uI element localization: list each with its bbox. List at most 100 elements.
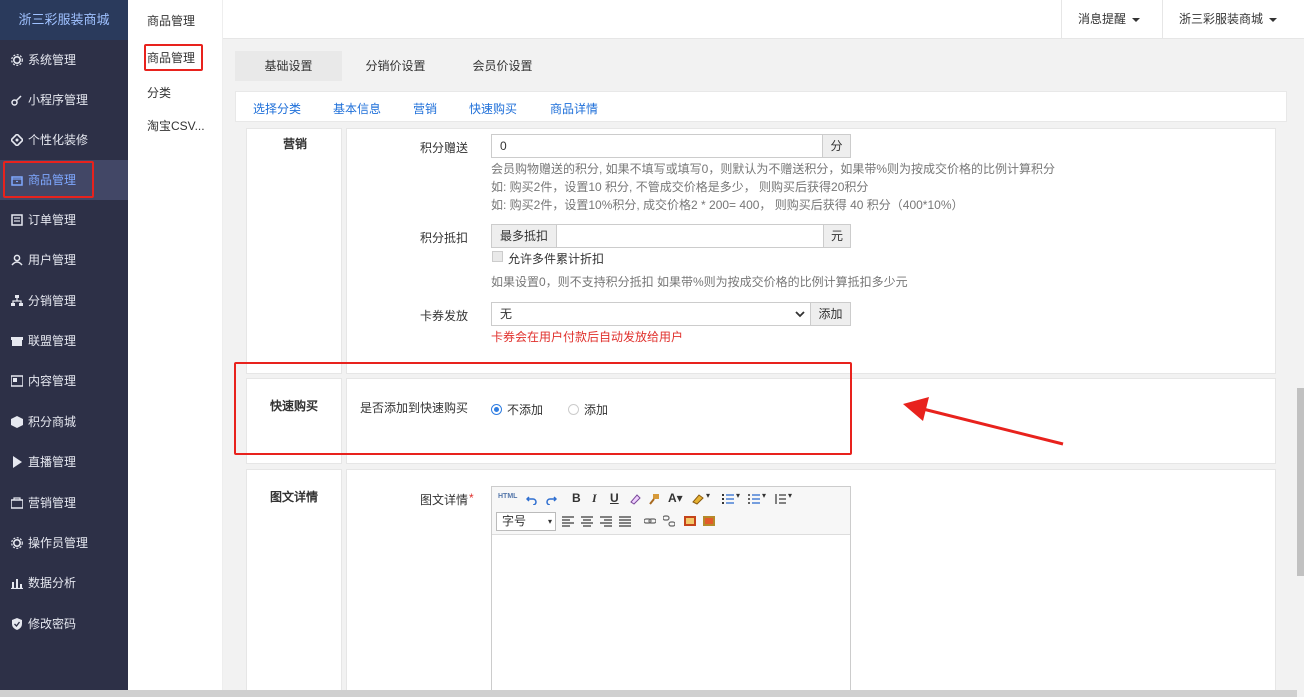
anchor-marketing[interactable]: 营销 xyxy=(413,100,437,117)
eraser-icon[interactable] xyxy=(629,493,641,505)
ordered-list-dropdown-icon[interactable]: ▾ xyxy=(736,491,740,500)
align-justify-icon[interactable] xyxy=(619,515,631,527)
tab-distribution-price[interactable]: 分销价设置 xyxy=(342,51,449,81)
bullet-list-dropdown-icon[interactable]: ▾ xyxy=(762,491,766,500)
link-icon[interactable] xyxy=(644,515,656,527)
font-size-label: 字号 xyxy=(502,514,527,528)
sidebar-item-label: 营销管理 xyxy=(28,496,77,510)
bold-icon[interactable]: B xyxy=(572,491,581,505)
line-height-dropdown-icon[interactable]: ▾ xyxy=(788,491,792,500)
bar-chart-icon xyxy=(10,576,24,590)
top-bar: 消息提醒 浙三彩服装商城 xyxy=(223,0,1304,39)
bullet-list-icon[interactable] xyxy=(748,493,760,505)
sidebar-item-2[interactable]: 个性化装修 xyxy=(0,120,128,160)
sidebar-item-6[interactable]: 分销管理 xyxy=(0,281,128,321)
submenu-item-category[interactable]: 分类 xyxy=(147,84,171,101)
tab-basic-settings[interactable]: 基础设置 xyxy=(235,51,342,81)
link-icon xyxy=(10,93,24,107)
redo-icon[interactable] xyxy=(545,493,557,505)
sidebar-item-label: 分销管理 xyxy=(28,294,77,308)
sidebar-item-label: 修改密码 xyxy=(28,617,77,631)
points-deduct-input[interactable] xyxy=(556,224,824,248)
coupon-add-button[interactable]: 添加 xyxy=(810,302,851,326)
sidebar-item-10[interactable]: 直播管理 xyxy=(0,442,128,482)
diamond-icon xyxy=(10,133,24,147)
align-right-icon[interactable] xyxy=(600,515,612,527)
sidebar-item-label: 联盟管理 xyxy=(28,334,77,348)
sidebar-item-13[interactable]: 数据分析 xyxy=(0,563,128,603)
sidebar-item-label: 数据分析 xyxy=(28,576,77,590)
marketing-icon xyxy=(10,496,24,510)
highlight-color-icon[interactable] xyxy=(692,493,704,505)
sidebar-item-4[interactable]: 订单管理 xyxy=(0,200,128,240)
font-size-select[interactable]: 字号 ▾ xyxy=(496,512,556,531)
allow-multi-discount-label: 允许多件累计折扣 xyxy=(508,252,605,266)
rich-text-editor[interactable]: HTML B I U A▾ ▾ ▾ ▾ ▾ 字号 ▾ xyxy=(491,486,851,697)
chevron-down-icon xyxy=(795,311,805,318)
caret-down-icon xyxy=(1132,17,1141,22)
align-left-icon[interactable] xyxy=(562,515,574,527)
sidebar-item-label: 操作员管理 xyxy=(28,536,89,550)
sidebar-item-5[interactable]: 用户管理 xyxy=(0,240,128,280)
coupon-select-value: 无 xyxy=(500,307,513,321)
editor-toolbar: HTML B I U A▾ ▾ ▾ ▾ ▾ 字号 ▾ xyxy=(492,487,850,535)
points-unit-addon: 分 xyxy=(822,134,851,158)
italic-icon[interactable]: I xyxy=(592,491,597,506)
anchor-basic-info[interactable]: 基本信息 xyxy=(333,100,381,117)
anchor-select-category[interactable]: 选择分类 xyxy=(253,100,301,117)
points-deduct-unit-addon: 元 xyxy=(823,224,851,248)
sidebar-item-12[interactable]: 操作员管理 xyxy=(0,523,128,563)
anchor-product-detail[interactable]: 商品详情 xyxy=(550,100,598,117)
submenu-item-taobao-csv[interactable]: 淘宝CSV... xyxy=(147,117,205,134)
anchor-quick-buy[interactable]: 快速购买 xyxy=(469,100,517,117)
highlight-box-quickbuy xyxy=(234,362,852,455)
sidebar-item-14[interactable]: 修改密码 xyxy=(0,604,128,644)
points-gift-help-2: 如: 购买2件，设置10 积分, 不管成交价格是多少， 则购买后获得20积分 xyxy=(491,180,869,194)
highlight-box-submenu xyxy=(144,44,203,71)
vertical-scrollbar[interactable] xyxy=(1297,388,1304,576)
points-gift-input[interactable]: 0 xyxy=(491,134,823,158)
multi-image-icon[interactable] xyxy=(703,515,715,527)
points-deduct-label: 积分抵扣 xyxy=(419,231,468,245)
allow-multi-discount-checkbox[interactable] xyxy=(492,251,503,262)
points-deduct-prefix-addon: 最多抵扣 xyxy=(491,224,557,248)
image-icon[interactable] xyxy=(684,515,696,527)
undo-icon[interactable] xyxy=(526,493,538,505)
html-source-icon[interactable]: HTML xyxy=(498,493,517,500)
sidebar-item-0[interactable]: 系统管理 xyxy=(0,40,128,80)
underline-icon[interactable]: U xyxy=(610,491,619,505)
unlink-icon[interactable] xyxy=(663,515,675,527)
chevron-down-icon: ▾ xyxy=(547,517,552,526)
user-icon xyxy=(10,253,24,267)
font-color-icon[interactable]: A▾ xyxy=(668,491,683,505)
cube-icon xyxy=(10,415,24,429)
store-label: 浙三彩服装商城 xyxy=(1179,12,1264,26)
sidebar-item-11[interactable]: 营销管理 xyxy=(0,483,128,523)
highlight-dropdown-icon[interactable]: ▾ xyxy=(706,491,710,500)
sidebar-item-8[interactable]: 内容管理 xyxy=(0,361,128,401)
sidebar-item-label: 系统管理 xyxy=(28,53,77,67)
sidebar-item-1[interactable]: 小程序管理 xyxy=(0,80,128,120)
sidebar-item-label: 用户管理 xyxy=(28,253,77,267)
notifications-label: 消息提醒 xyxy=(1078,12,1127,26)
horizontal-scrollbar[interactable] xyxy=(0,690,1297,697)
sidebar-item-9[interactable]: 积分商城 xyxy=(0,402,128,442)
tab-member-price[interactable]: 会员价设置 xyxy=(449,51,556,81)
points-gift-label: 积分赠送 xyxy=(419,141,468,155)
points-gift-help-1: 会员购物赠送的积分, 如果不填写或填写0，则默认为不赠送积分，如果带%则为按成交… xyxy=(491,162,1056,176)
align-center-icon[interactable] xyxy=(581,515,593,527)
coupon-select[interactable]: 无 xyxy=(491,302,811,326)
notifications-dropdown[interactable]: 消息提醒 xyxy=(1061,0,1162,39)
sidebar-item-7[interactable]: 联盟管理 xyxy=(0,321,128,361)
line-height-icon[interactable] xyxy=(774,493,786,505)
play-icon xyxy=(10,455,24,469)
sidebar: 浙三彩服装商城 系统管理 小程序管理 个性化装修 商品管理 订单管理 用户管理 分销管理 联盟… xyxy=(0,0,128,697)
detail-label: 图文详情 xyxy=(419,493,468,507)
sidebar-item-label: 小程序管理 xyxy=(28,93,89,107)
ordered-list-icon[interactable] xyxy=(722,493,734,505)
format-painter-icon[interactable] xyxy=(648,493,660,505)
store-dropdown[interactable]: 浙三彩服装商城 xyxy=(1162,0,1304,39)
network-icon xyxy=(10,294,24,308)
annotation-arrow-icon xyxy=(903,397,1064,446)
list-icon xyxy=(10,213,24,227)
